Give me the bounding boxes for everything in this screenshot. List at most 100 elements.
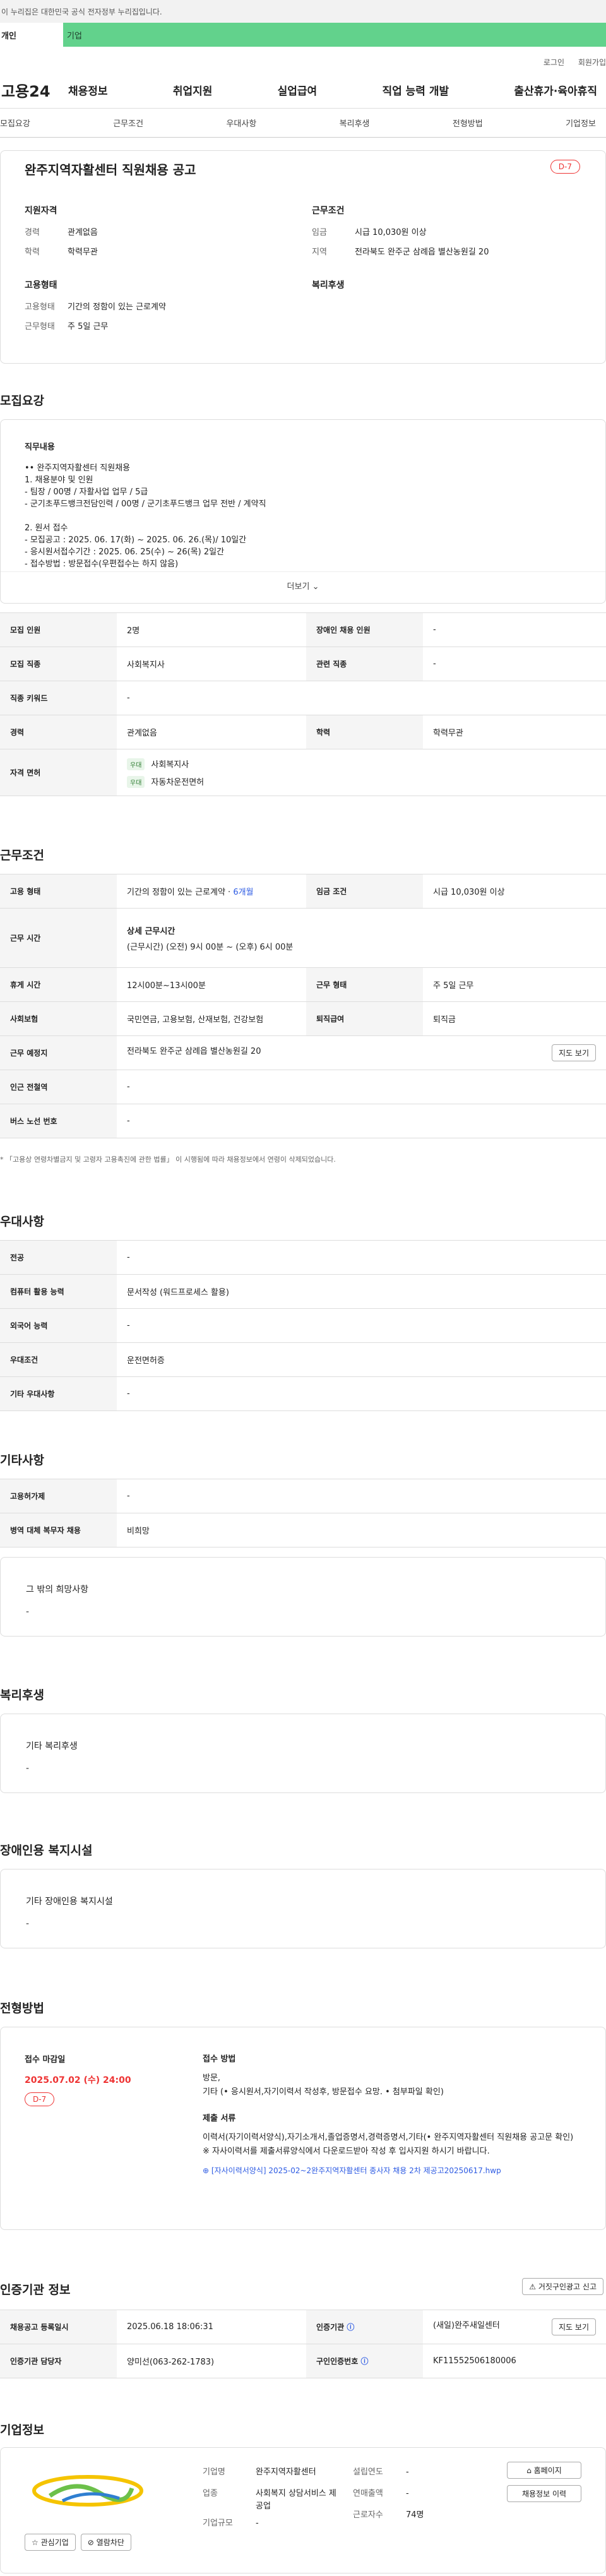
duty-line: •• 완주지역자활센터 직원채용 [25, 463, 131, 473]
home-icon: ⌂ [526, 2466, 532, 2475]
company-box: ☆ 관심기업 ⊘ 열람차단 기업명 완주지역자활센터 업종 사회복지 상담서비스 제… [0, 2447, 606, 2573]
table-header: 인증기관 담당자 [0, 2344, 117, 2378]
gnb-item-leave[interactable]: 출산휴가·육아휴직 [514, 82, 597, 98]
table-header: 전공 [0, 1240, 117, 1275]
fav-label: 관심기업 [40, 2538, 69, 2547]
tab-apply[interactable]: 전형방법 [453, 117, 483, 129]
table-row: 근무 예정지 전라북도 완주군 삼례읍 별산농원길 20 지도 보기 [0, 1035, 606, 1070]
table-row: 경력 관계없음 학력 학력무관 [0, 715, 606, 749]
info-icon[interactable]: ⓘ [347, 2323, 354, 2332]
job-history-button[interactable]: 채용정보 이력 [507, 2485, 581, 2502]
table-header: 사회보험 [0, 1001, 117, 1036]
table-cell: 기간의 정함이 있는 근로계약 · 6개월 [117, 874, 306, 909]
site-logo[interactable]: 고용24 [0, 79, 68, 101]
tab-individual[interactable]: 개인 [0, 23, 63, 47]
table-header: 근무 시간 [0, 908, 117, 968]
table-cell: - [117, 1308, 606, 1343]
table-cell: 관계없음 [117, 715, 306, 749]
region-value: 전라북도 완주군 삼례읍 별산농원길 20 [355, 247, 489, 257]
welfare-box-title: 기타 복리후생 [26, 1741, 78, 1751]
label: 업종 [203, 2489, 218, 2498]
info-icon[interactable]: ⓘ [360, 2357, 368, 2366]
duty-line: - 군기초푸드뱅크전담인력 / 00명 / 군기초푸드뱅크 업무 전반 / 계약… [25, 499, 266, 509]
tab-company[interactable]: 기업정보 [566, 117, 596, 129]
edu-value: 학력무관 [68, 247, 98, 257]
file-link[interactable]: ⊕ [자사이력서양식] 2025-02~2완주지역자활센터 종사자 채용 2차 … [203, 2164, 581, 2178]
tab-work[interactable]: 근무조건 [113, 117, 143, 129]
year-value: - [406, 2467, 409, 2477]
table-cell: 문서작성 (워드프로세스 활용) [117, 1274, 606, 1309]
table-row: 직종 키워드 - [0, 681, 606, 715]
tab-welfare[interactable]: 복리후생 [340, 117, 370, 129]
gnb-item-support[interactable]: 취업지원 [173, 82, 213, 98]
table-cell: 전라북도 완주군 삼례읍 별산농원길 20 지도 보기 [117, 1035, 606, 1070]
table-header: 근무 예정지 [0, 1035, 117, 1070]
login-link[interactable]: 로그인 [544, 58, 564, 67]
table-header: 고용 형태 [0, 874, 117, 909]
table-cell: - [117, 1240, 606, 1275]
docs-value: 이력서(자기이력서양식),자기소개서,졸업증명서,경력증명서,기타(• 완주지역… [203, 2133, 574, 2142]
block-label: 열람차단 [96, 2538, 124, 2547]
global-nav: 고용24 채용정보 취업지원 실업급여 직업 능력 개발 출산휴가·육아휴직 [0, 72, 606, 109]
signup-link[interactable]: 회원가입 [578, 58, 606, 67]
table-header: 기타 우대사항 [0, 1376, 117, 1411]
pref-table: 전공 - 컴퓨터 활용 능력 문서작성 (워드프로세스 활용) 외국어 능력 - 우대… [0, 1240, 606, 1411]
org-label: 인증기관 [316, 2323, 345, 2332]
table-cell: - [117, 1104, 606, 1138]
worktype-value: 주 5일 근무 [68, 322, 109, 331]
table-cell: 국민연금, 고용보험, 산재보험, 건강보험 [117, 1001, 306, 1036]
tab-pref[interactable]: 우대사항 [226, 117, 256, 129]
favorite-company-button[interactable]: ☆ 관심기업 [25, 2534, 76, 2551]
welfare-box: 기타 복리후생 - [0, 1714, 606, 1793]
docs-title: 제출 서류 [203, 2114, 236, 2123]
tab-recruit[interactable]: 모집요강 [0, 117, 30, 129]
label: 학력 [25, 247, 40, 257]
label: 기업명 [203, 2467, 225, 2477]
table-header: 고용허가제 [0, 1479, 117, 1513]
table-cell: 학력무관 [423, 715, 606, 749]
table-row: 자격 면허 우대 사회복지사 우대 자동차운전면허 [0, 749, 606, 796]
label: 임금 [312, 228, 327, 237]
table-header: 모집 인원 [0, 612, 117, 647]
label: 고용형태 [25, 302, 55, 312]
homepage-button[interactable]: ⌂ 홈페이지 [507, 2462, 581, 2479]
pref-chip: 우대 [127, 758, 145, 770]
table-header: 인증기관 ⓘ [306, 2310, 423, 2344]
age-note: * 「고용상 연령차별금지 및 고령자 고용촉진에 관한 법률」 이 시행됨에 … [0, 1155, 336, 1164]
label: 근로자수 [353, 2510, 383, 2520]
table-row: 인증기관 담당자 양미선(063-262-1783) 구인인증번호 ⓘ KF11… [0, 2344, 606, 2378]
map-button[interactable]: 지도 보기 [552, 2318, 596, 2335]
pref-title: 우대사항 [0, 1215, 44, 1229]
table-header: 컴퓨터 활용 능력 [0, 1274, 117, 1309]
map-button[interactable]: 지도 보기 [552, 1044, 596, 1061]
company-title: 기업정보 [0, 2423, 44, 2437]
label: 근무형태 [25, 322, 55, 331]
table-header: 근무 형태 [306, 967, 423, 1002]
block-icon: ⊘ [87, 2538, 94, 2547]
table-cell: 주 5일 근무 [423, 967, 606, 1002]
gnb-item-training[interactable]: 직업 능력 개발 [382, 82, 449, 98]
table-cell: 상세 근무시간 (근무시간) (오전) 9시 00분 ~ (오후) 6시 00분 [117, 908, 606, 968]
disabled-title: 장애인용 복지시설 [0, 1844, 93, 1857]
table-cell: 퇴직금 [423, 1001, 606, 1036]
table-cell: 양미선(063-262-1783) [117, 2344, 306, 2378]
attachment-icon: ⊕ [203, 2166, 210, 2175]
siren-icon: ⚠ [529, 2282, 537, 2291]
gnb-item-benefit[interactable]: 실업급여 [278, 82, 318, 98]
table-cell: 운전면허증 [117, 1342, 606, 1377]
table-cell: 2명 [117, 612, 306, 647]
duty-line: - 접수방법 : 방문접수(우편접수는 하지 않음) [25, 559, 179, 569]
tab-company[interactable]: 기업 [63, 23, 606, 47]
more-button[interactable]: 더보기 ⌄ [1, 571, 605, 600]
gnb-item-jobs[interactable]: 채용정보 [68, 82, 108, 98]
home-label: 홈페이지 [533, 2466, 562, 2475]
emptype-value: 기간의 정함이 있는 근로계약 [68, 302, 166, 312]
table-header: 병역 대체 복무자 채용 [0, 1513, 117, 1547]
job-title: 완주지역자활센터 직원채용 공고 [25, 162, 196, 177]
report-button[interactable]: ⚠ 거짓구인광고 신고 [522, 2278, 603, 2295]
table-header: 학력 [306, 715, 423, 749]
star-icon: ☆ [32, 2538, 39, 2547]
block-button[interactable]: ⊘ 열람차단 [80, 2534, 131, 2551]
user-type-bar: 개인 기업 [0, 23, 606, 47]
method-title: 접수 방법 [203, 2054, 236, 2064]
